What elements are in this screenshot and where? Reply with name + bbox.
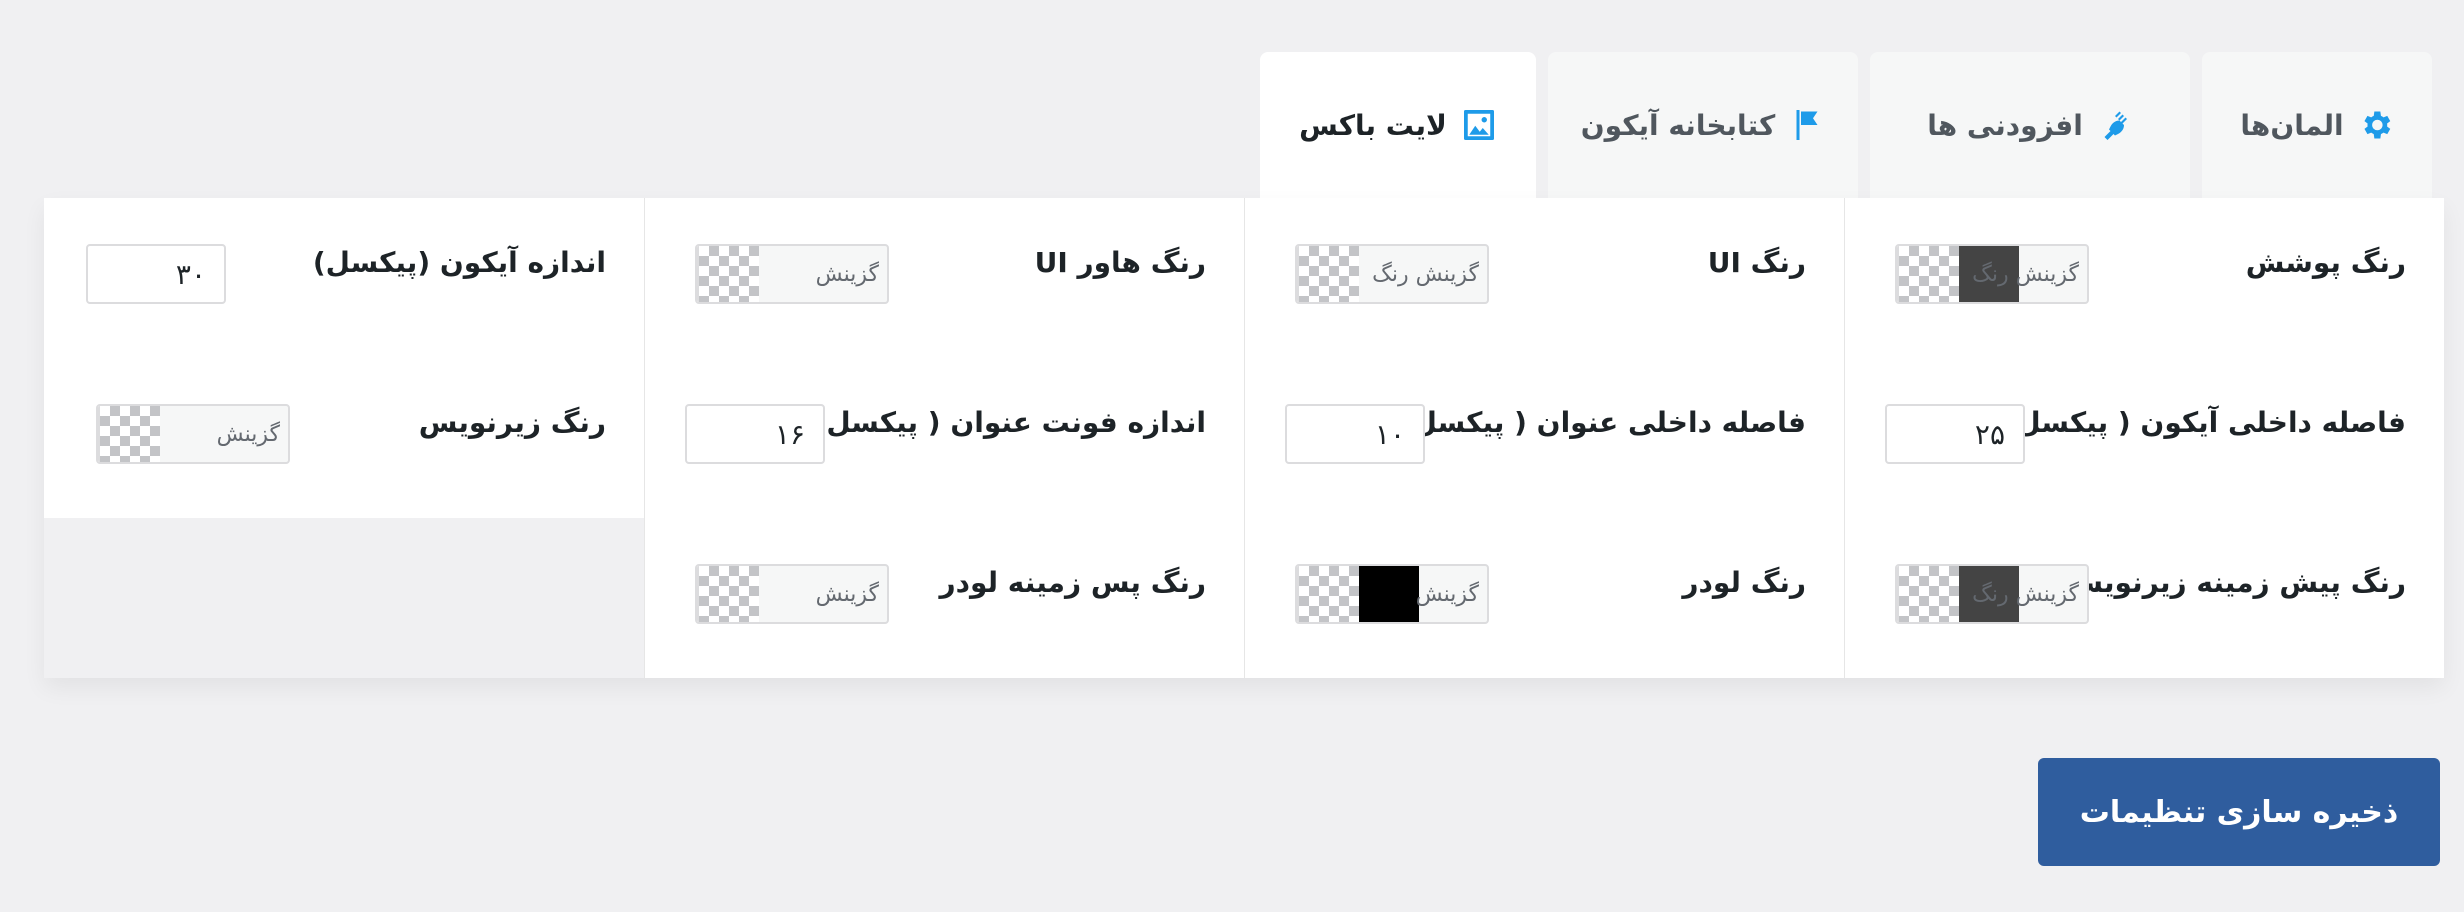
transparency-swatch: [1897, 246, 1959, 302]
setting-loader-color: رنگ لودر گزینش: [1244, 518, 1844, 678]
image-icon: [1463, 110, 1494, 140]
empty-cell: [44, 518, 644, 678]
setting-label: رنگ زیرنویس: [418, 406, 606, 439]
settings-row: رنگ پوشش گزینش رنگ رنگ UI گزینش رنگ رنگ …: [44, 198, 2444, 358]
setting-label: فاصله داخلی عنوان ( پیکسل ): [1390, 406, 1806, 439]
setting-label: اندازه آیکون (پیکسل): [312, 246, 606, 279]
tab-label: لایت باکس: [1299, 108, 1447, 142]
tab-label: المان‌ها: [2240, 108, 2344, 142]
setting-icon-padding: فاصله داخلی آیکون ( پیکسل): [1844, 358, 2444, 518]
loader-color-picker[interactable]: گزینش: [1295, 564, 1489, 624]
setting-label: رنگ لودر: [1682, 566, 1806, 599]
setting-title-font-size: اندازه فونت عنوان ( پیکسل): [644, 358, 1244, 518]
setting-label: رنگ UI: [1707, 246, 1806, 279]
settings-tabs: المان‌ها افزودنی ها کتابخانه آیکون لایت …: [1260, 52, 2432, 198]
picker-label: گزینش رنگ: [1959, 246, 2087, 302]
setting-caption-color: رنگ زیرنویس گزینش: [44, 358, 644, 518]
tab-icon-library[interactable]: کتابخانه آیکون: [1548, 52, 1858, 198]
picker-label: گزینش: [160, 406, 288, 462]
tab-label: کتابخانه آیکون: [1580, 108, 1776, 142]
setting-overlay-color: رنگ پوشش گزینش رنگ: [1844, 198, 2444, 358]
setting-label: رنگ پیش زمینه زیرنویس: [2064, 566, 2406, 599]
setting-title-padding: فاصله داخلی عنوان ( پیکسل ): [1244, 358, 1844, 518]
save-settings-button[interactable]: ذخیره سازی تنظیمات: [2038, 758, 2440, 866]
picker-text: گزینش: [815, 581, 879, 607]
picker-text: گزینش: [815, 261, 879, 287]
icon-size-input[interactable]: [86, 244, 226, 304]
gear-icon: [2364, 111, 2390, 139]
title-padding-input[interactable]: [1285, 404, 1425, 464]
settings-panel: رنگ پوشش گزینش رنگ رنگ UI گزینش رنگ رنگ …: [44, 198, 2444, 678]
setting-label: رنگ پس زمینه لودر: [939, 566, 1207, 599]
title-font-size-input[interactable]: [685, 404, 825, 464]
picker-text: گزینش رنگ: [1972, 261, 2079, 287]
caption-color-picker[interactable]: گزینش: [96, 404, 290, 464]
transparency-swatch: [98, 406, 160, 462]
picker-text: گزینش رنگ: [1972, 581, 2079, 607]
ui-hover-color-picker[interactable]: گزینش: [695, 244, 889, 304]
setting-label: اندازه فونت عنوان ( پیکسل): [813, 406, 1206, 439]
picker-label: گزینش رنگ: [1359, 246, 1487, 302]
ui-color-picker[interactable]: گزینش رنگ: [1295, 244, 1489, 304]
transparency-swatch: [1897, 566, 1959, 622]
caption-bg-color-picker[interactable]: گزینش رنگ: [1895, 564, 2089, 624]
picker-text: گزینش: [1415, 581, 1479, 607]
transparency-swatch: [697, 566, 759, 622]
plugin-icon: [2104, 110, 2127, 140]
setting-ui-color: رنگ UI گزینش رنگ: [1244, 198, 1844, 358]
picker-label: گزینش رنگ: [1959, 566, 2087, 622]
setting-label: رنگ هاور UI: [1034, 246, 1206, 279]
picker-label: گزینش: [759, 246, 887, 302]
setting-label: رنگ پوشش: [2245, 246, 2406, 279]
flag-icon: [1796, 110, 1818, 140]
tab-addons[interactable]: افزودنی ها: [1870, 52, 2190, 198]
settings-row: رنگ پیش زمینه زیرنویس گزینش رنگ رنگ لودر…: [44, 518, 2444, 678]
tab-lightbox[interactable]: لایت باکس: [1260, 52, 1536, 198]
picker-text: گزینش: [216, 421, 280, 447]
color-fill: [1359, 566, 1419, 622]
icon-padding-input[interactable]: [1885, 404, 2025, 464]
transparency-swatch: [697, 246, 759, 302]
setting-ui-hover-color: رنگ هاور UI گزینش: [644, 198, 1244, 358]
loader-bg-color-picker[interactable]: گزینش: [695, 564, 889, 624]
tab-label: افزودنی ها: [1927, 108, 2083, 142]
transparency-swatch: [1297, 566, 1359, 622]
picker-label: گزینش: [759, 566, 887, 622]
tab-elements[interactable]: المان‌ها: [2202, 52, 2432, 198]
picker-label: گزینش: [1359, 566, 1487, 622]
transparency-swatch: [1297, 246, 1359, 302]
setting-loader-bg-color: رنگ پس زمینه لودر گزینش: [644, 518, 1244, 678]
setting-icon-size: اندازه آیکون (پیکسل): [44, 198, 644, 358]
settings-row: فاصله داخلی آیکون ( پیکسل) فاصله داخلی ع…: [44, 358, 2444, 518]
overlay-color-picker[interactable]: گزینش رنگ: [1895, 244, 2089, 304]
picker-text: گزینش رنگ: [1372, 261, 1479, 287]
setting-label: فاصله داخلی آیکون ( پیکسل): [2003, 406, 2406, 439]
setting-caption-bg-color: رنگ پیش زمینه زیرنویس گزینش رنگ: [1844, 518, 2444, 678]
